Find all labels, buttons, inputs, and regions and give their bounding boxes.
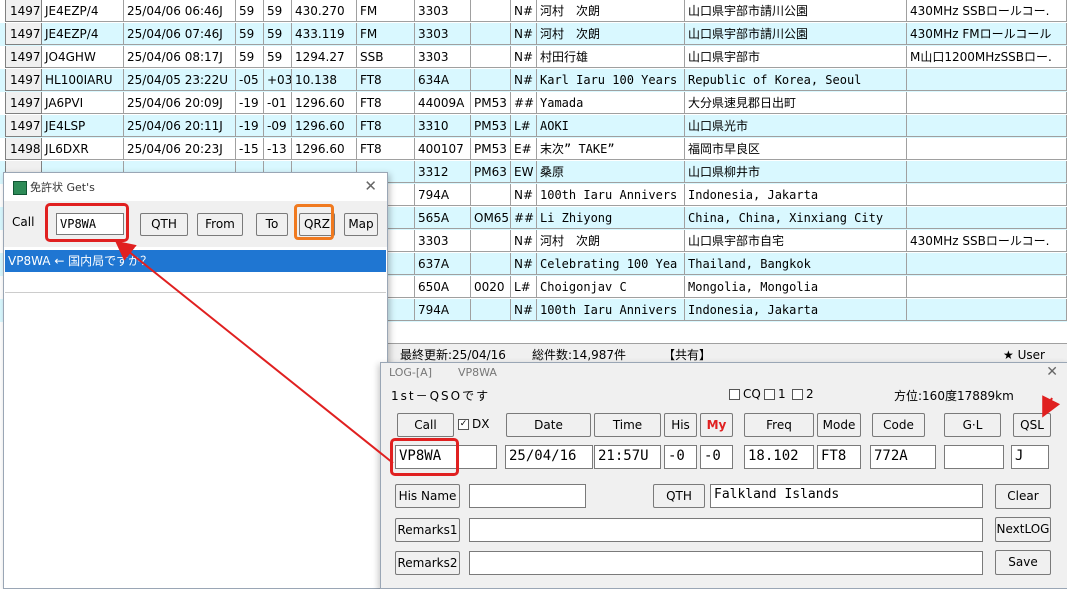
annotation-arrows <box>114 240 1061 464</box>
arrow-to-license-call <box>114 240 394 464</box>
arrow-to-qsl <box>1042 395 1061 418</box>
